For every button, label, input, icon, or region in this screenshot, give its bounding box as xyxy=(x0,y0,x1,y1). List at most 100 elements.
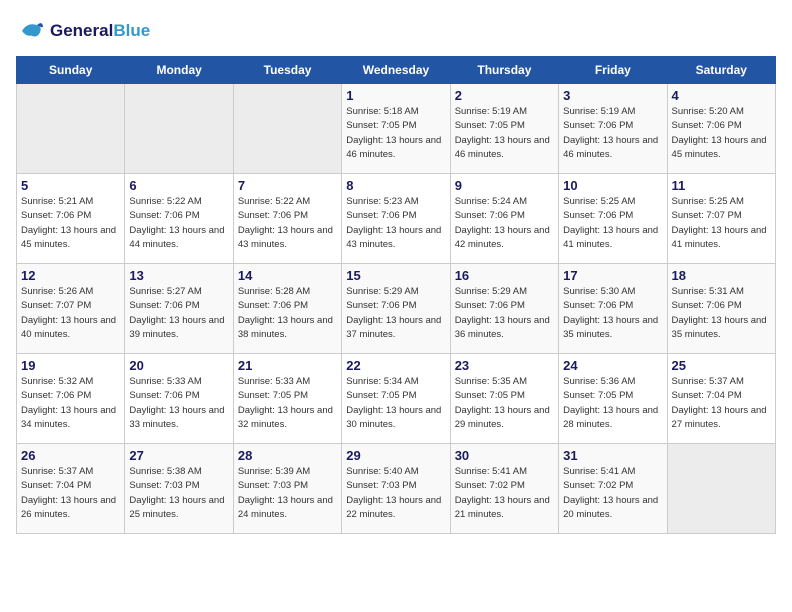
calendar-cell: 12 Sunrise: 5:26 AM Sunset: 7:07 PM Dayl… xyxy=(17,264,125,354)
calendar-cell: 6 Sunrise: 5:22 AM Sunset: 7:06 PM Dayli… xyxy=(125,174,233,264)
sunrise-label: Sunrise: 5:29 AM xyxy=(455,286,527,297)
calendar-cell: 3 Sunrise: 5:19 AM Sunset: 7:06 PM Dayli… xyxy=(559,84,667,174)
sunrise-label: Sunrise: 5:24 AM xyxy=(455,196,527,207)
calendar-week-row: 19 Sunrise: 5:32 AM Sunset: 7:06 PM Dayl… xyxy=(17,354,776,444)
day-info: Sunrise: 5:37 AM Sunset: 7:04 PM Dayligh… xyxy=(672,375,771,432)
sunrise-label: Sunrise: 5:33 AM xyxy=(238,376,310,387)
daylight-label: Daylight: 13 hours and 26 minutes. xyxy=(21,495,116,520)
day-info: Sunrise: 5:20 AM Sunset: 7:06 PM Dayligh… xyxy=(672,105,771,162)
sunset-label: Sunset: 7:02 PM xyxy=(563,480,633,491)
calendar-cell xyxy=(667,444,775,534)
day-info: Sunrise: 5:27 AM Sunset: 7:06 PM Dayligh… xyxy=(129,285,228,342)
day-number: 4 xyxy=(672,88,771,103)
daylight-label: Daylight: 13 hours and 32 minutes. xyxy=(238,405,333,430)
day-number: 17 xyxy=(563,268,662,283)
sunset-label: Sunset: 7:07 PM xyxy=(672,210,742,221)
day-number: 24 xyxy=(563,358,662,373)
day-number: 18 xyxy=(672,268,771,283)
day-info: Sunrise: 5:41 AM Sunset: 7:02 PM Dayligh… xyxy=(563,465,662,522)
daylight-label: Daylight: 13 hours and 39 minutes. xyxy=(129,315,224,340)
daylight-label: Daylight: 13 hours and 29 minutes. xyxy=(455,405,550,430)
sunrise-label: Sunrise: 5:33 AM xyxy=(129,376,201,387)
sunrise-label: Sunrise: 5:39 AM xyxy=(238,466,310,477)
daylight-label: Daylight: 13 hours and 20 minutes. xyxy=(563,495,658,520)
day-info: Sunrise: 5:40 AM Sunset: 7:03 PM Dayligh… xyxy=(346,465,445,522)
day-info: Sunrise: 5:37 AM Sunset: 7:04 PM Dayligh… xyxy=(21,465,120,522)
daylight-label: Daylight: 13 hours and 34 minutes. xyxy=(21,405,116,430)
sunrise-label: Sunrise: 5:37 AM xyxy=(21,466,93,477)
sunrise-label: Sunrise: 5:25 AM xyxy=(563,196,635,207)
daylight-label: Daylight: 13 hours and 42 minutes. xyxy=(455,225,550,250)
weekday-header-row: SundayMondayTuesdayWednesdayThursdayFrid… xyxy=(17,57,776,84)
sunset-label: Sunset: 7:05 PM xyxy=(346,120,416,131)
sunset-label: Sunset: 7:06 PM xyxy=(455,300,525,311)
daylight-label: Daylight: 13 hours and 40 minutes. xyxy=(21,315,116,340)
sunrise-label: Sunrise: 5:19 AM xyxy=(455,106,527,117)
daylight-label: Daylight: 13 hours and 45 minutes. xyxy=(21,225,116,250)
calendar-cell: 2 Sunrise: 5:19 AM Sunset: 7:05 PM Dayli… xyxy=(450,84,558,174)
daylight-label: Daylight: 13 hours and 46 minutes. xyxy=(563,135,658,160)
sunrise-label: Sunrise: 5:20 AM xyxy=(672,106,744,117)
sunrise-label: Sunrise: 5:41 AM xyxy=(455,466,527,477)
day-number: 12 xyxy=(21,268,120,283)
calendar-cell: 24 Sunrise: 5:36 AM Sunset: 7:05 PM Dayl… xyxy=(559,354,667,444)
day-number: 28 xyxy=(238,448,337,463)
sunset-label: Sunset: 7:05 PM xyxy=(455,120,525,131)
calendar-cell: 11 Sunrise: 5:25 AM Sunset: 7:07 PM Dayl… xyxy=(667,174,775,264)
calendar-cell: 19 Sunrise: 5:32 AM Sunset: 7:06 PM Dayl… xyxy=(17,354,125,444)
logo: GeneralBlue xyxy=(16,16,150,46)
day-info: Sunrise: 5:29 AM Sunset: 7:06 PM Dayligh… xyxy=(346,285,445,342)
weekday-header: Friday xyxy=(559,57,667,84)
day-number: 29 xyxy=(346,448,445,463)
day-number: 23 xyxy=(455,358,554,373)
sunrise-label: Sunrise: 5:37 AM xyxy=(672,376,744,387)
day-info: Sunrise: 5:26 AM Sunset: 7:07 PM Dayligh… xyxy=(21,285,120,342)
calendar-table: SundayMondayTuesdayWednesdayThursdayFrid… xyxy=(16,56,776,534)
day-number: 13 xyxy=(129,268,228,283)
daylight-label: Daylight: 13 hours and 44 minutes. xyxy=(129,225,224,250)
calendar-cell: 29 Sunrise: 5:40 AM Sunset: 7:03 PM Dayl… xyxy=(342,444,450,534)
day-info: Sunrise: 5:19 AM Sunset: 7:06 PM Dayligh… xyxy=(563,105,662,162)
sunset-label: Sunset: 7:03 PM xyxy=(129,480,199,491)
sunrise-label: Sunrise: 5:26 AM xyxy=(21,286,93,297)
day-number: 16 xyxy=(455,268,554,283)
sunrise-label: Sunrise: 5:32 AM xyxy=(21,376,93,387)
day-number: 21 xyxy=(238,358,337,373)
calendar-body: 1 Sunrise: 5:18 AM Sunset: 7:05 PM Dayli… xyxy=(17,84,776,534)
logo-bird-icon xyxy=(16,16,46,46)
day-info: Sunrise: 5:33 AM Sunset: 7:06 PM Dayligh… xyxy=(129,375,228,432)
day-info: Sunrise: 5:19 AM Sunset: 7:05 PM Dayligh… xyxy=(455,105,554,162)
calendar-cell: 10 Sunrise: 5:25 AM Sunset: 7:06 PM Dayl… xyxy=(559,174,667,264)
sunset-label: Sunset: 7:03 PM xyxy=(238,480,308,491)
daylight-label: Daylight: 13 hours and 41 minutes. xyxy=(563,225,658,250)
calendar-cell: 5 Sunrise: 5:21 AM Sunset: 7:06 PM Dayli… xyxy=(17,174,125,264)
sunset-label: Sunset: 7:06 PM xyxy=(21,210,91,221)
day-info: Sunrise: 5:29 AM Sunset: 7:06 PM Dayligh… xyxy=(455,285,554,342)
sunrise-label: Sunrise: 5:18 AM xyxy=(346,106,418,117)
sunset-label: Sunset: 7:06 PM xyxy=(129,300,199,311)
daylight-label: Daylight: 13 hours and 24 minutes. xyxy=(238,495,333,520)
weekday-header: Thursday xyxy=(450,57,558,84)
sunset-label: Sunset: 7:06 PM xyxy=(563,300,633,311)
calendar-cell: 18 Sunrise: 5:31 AM Sunset: 7:06 PM Dayl… xyxy=(667,264,775,354)
calendar-cell: 14 Sunrise: 5:28 AM Sunset: 7:06 PM Dayl… xyxy=(233,264,341,354)
sunrise-label: Sunrise: 5:41 AM xyxy=(563,466,635,477)
day-number: 9 xyxy=(455,178,554,193)
day-info: Sunrise: 5:23 AM Sunset: 7:06 PM Dayligh… xyxy=(346,195,445,252)
sunrise-label: Sunrise: 5:27 AM xyxy=(129,286,201,297)
sunrise-label: Sunrise: 5:35 AM xyxy=(455,376,527,387)
day-number: 26 xyxy=(21,448,120,463)
day-number: 14 xyxy=(238,268,337,283)
daylight-label: Daylight: 13 hours and 33 minutes. xyxy=(129,405,224,430)
day-number: 7 xyxy=(238,178,337,193)
sunrise-label: Sunrise: 5:31 AM xyxy=(672,286,744,297)
calendar-cell: 15 Sunrise: 5:29 AM Sunset: 7:06 PM Dayl… xyxy=(342,264,450,354)
day-number: 15 xyxy=(346,268,445,283)
sunset-label: Sunset: 7:05 PM xyxy=(563,390,633,401)
sunset-label: Sunset: 7:06 PM xyxy=(129,390,199,401)
daylight-label: Daylight: 13 hours and 28 minutes. xyxy=(563,405,658,430)
calendar-week-row: 26 Sunrise: 5:37 AM Sunset: 7:04 PM Dayl… xyxy=(17,444,776,534)
calendar-cell: 16 Sunrise: 5:29 AM Sunset: 7:06 PM Dayl… xyxy=(450,264,558,354)
day-number: 1 xyxy=(346,88,445,103)
calendar-cell: 1 Sunrise: 5:18 AM Sunset: 7:05 PM Dayli… xyxy=(342,84,450,174)
